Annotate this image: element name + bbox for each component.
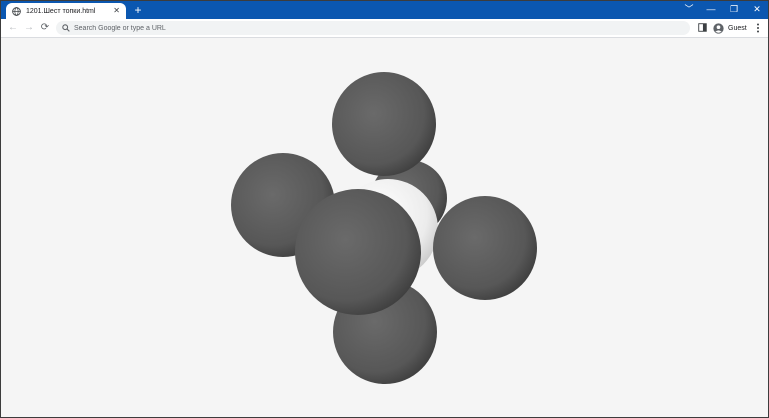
title-bar: 1201.Шест топки.html ✕ + ﹀ — ❐ ✕	[1, 1, 768, 19]
tab-close-button[interactable]: ✕	[113, 7, 120, 15]
sphere-right	[433, 196, 537, 300]
back-button[interactable]: ←	[7, 22, 19, 34]
address-bar[interactable]	[56, 21, 690, 35]
reload-button[interactable]: ⟳	[39, 22, 51, 34]
tab-search-button[interactable]: ﹀	[678, 1, 700, 19]
close-window-button[interactable]: ✕	[746, 1, 768, 19]
tab-active[interactable]: 1201.Шест топки.html ✕	[6, 3, 126, 19]
profile-label: Guest	[728, 24, 747, 32]
address-input[interactable]	[74, 24, 634, 32]
forward-button[interactable]: →	[23, 22, 35, 34]
minimize-button[interactable]: —	[700, 1, 722, 19]
sphere-scene	[231, 72, 537, 384]
toolbar: ← → ⟳ Search Google or type a URL Guest	[1, 19, 768, 38]
new-tab-button[interactable]: +	[131, 3, 145, 17]
side-panel-icon[interactable]	[698, 23, 707, 32]
restore-button[interactable]: ❐	[723, 1, 745, 19]
profile-button[interactable]: Guest	[713, 22, 747, 34]
tab-title: 1201.Шест топки.html	[26, 7, 96, 15]
more-menu-icon[interactable]	[754, 22, 762, 34]
sphere-top	[332, 72, 436, 176]
page-content	[1, 38, 768, 417]
browser-window: 1201.Шест топки.html ✕ + ﹀ — ❐ ✕ ← → ⟳ S…	[0, 0, 769, 418]
search-icon	[62, 24, 70, 32]
globe-icon	[12, 6, 21, 16]
sphere-front	[295, 189, 421, 315]
avatar-icon	[713, 22, 724, 34]
